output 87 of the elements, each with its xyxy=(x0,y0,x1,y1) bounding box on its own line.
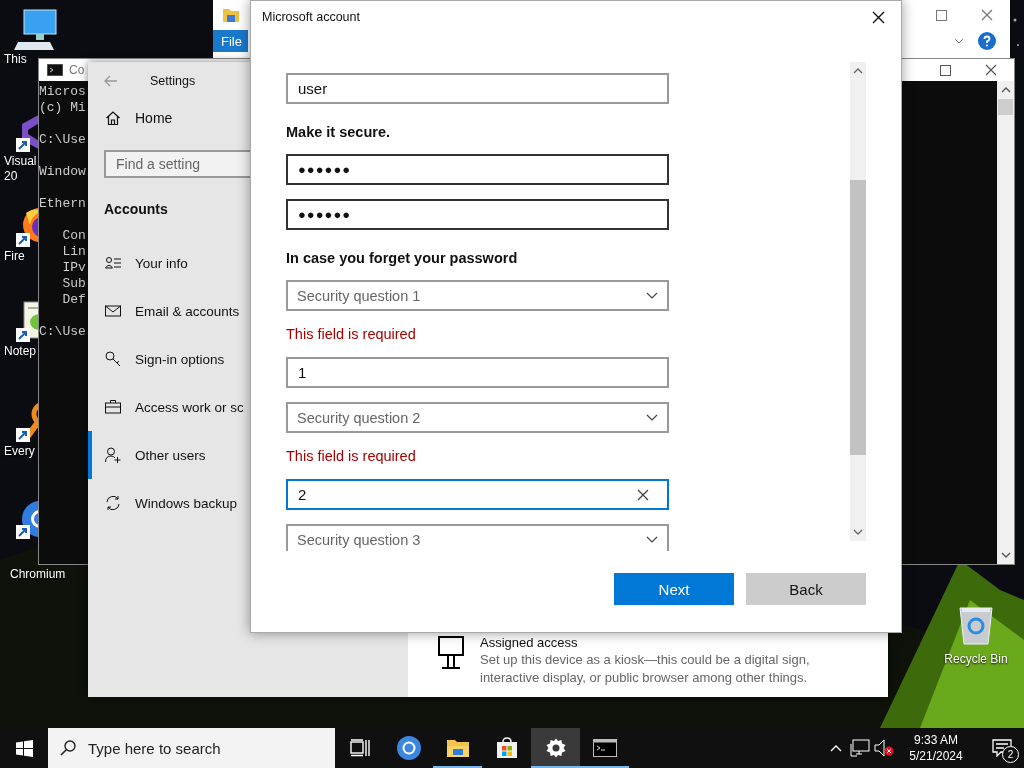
maximize-icon xyxy=(939,64,951,76)
icon-label: Fire xyxy=(4,249,25,264)
close-icon xyxy=(985,64,997,76)
scroll-up-icon[interactable] xyxy=(1000,87,1011,93)
section-heading: In case you forget your password xyxy=(286,249,518,267)
terminal-icon xyxy=(47,64,63,76)
speech-bubble-icon xyxy=(992,739,1012,757)
muted-speaker-icon[interactable] xyxy=(874,739,894,757)
security-question-dropdown[interactable]: Security question 2 xyxy=(286,402,669,433)
text-field[interactable]: 1 xyxy=(286,357,669,388)
console-line: Sub xyxy=(61,276,86,292)
notification-count: 2 xyxy=(1002,746,1019,763)
folder-icon xyxy=(445,738,470,758)
text-field[interactable]: user xyxy=(286,73,669,104)
password-field[interactable]: ●●●●●● xyxy=(286,199,669,230)
scrollbar[interactable] xyxy=(850,62,866,541)
dialog-title: Microsoft account xyxy=(262,10,360,24)
scrollbar-thumb[interactable] xyxy=(850,180,866,455)
chevron-down-icon xyxy=(646,536,658,543)
password-field[interactable]: ●●●●●● xyxy=(286,154,669,185)
windows-logo-icon xyxy=(15,739,33,757)
scroll-down-icon[interactable] xyxy=(853,529,863,535)
close-icon xyxy=(871,10,885,24)
icon-label: Notep xyxy=(4,344,37,359)
next-button[interactable]: Next xyxy=(614,573,734,605)
maximize-icon xyxy=(935,9,947,21)
icon-label: Recycle Bin xyxy=(944,652,1008,666)
folder-icon xyxy=(222,7,240,23)
gear-icon xyxy=(545,738,566,758)
envelope-icon xyxy=(105,303,121,319)
console-line: IPv xyxy=(61,260,86,276)
task-view-icon xyxy=(349,739,370,757)
console-line: C:\Use xyxy=(39,324,86,340)
home-icon xyxy=(105,110,121,126)
console-line: Def xyxy=(61,292,86,308)
setting-description: Set up this device as a kiosk—this could be a digital sign, interactive display, or public browser among other things. xyxy=(480,651,811,687)
chevron-down-icon xyxy=(646,414,658,421)
search-icon xyxy=(60,740,76,756)
security-question-dropdown[interactable]: Security question 1 xyxy=(286,280,669,311)
console-line: Micros xyxy=(39,84,86,100)
kiosk-icon xyxy=(438,636,464,670)
shopping-bag-icon xyxy=(495,737,518,759)
console-line: Con xyxy=(61,228,86,244)
notifications-button[interactable]: 2 xyxy=(980,728,1024,768)
scroll-up-icon[interactable] xyxy=(853,68,863,74)
close-icon xyxy=(981,9,993,21)
person-list-icon xyxy=(105,255,121,271)
monitor-icon[interactable] xyxy=(14,8,58,52)
scrollbar-thumb[interactable] xyxy=(998,99,1013,115)
chevron-up-icon xyxy=(830,744,842,752)
icon-label: Visual xyxy=(4,154,37,169)
window-title: Settings xyxy=(150,74,196,88)
console-line: Window xyxy=(39,164,86,180)
briefcase-icon xyxy=(105,399,121,415)
clock[interactable]: 9:33 AM 5/21/2024 xyxy=(896,728,976,768)
section-heading: Make it secure. xyxy=(286,123,390,141)
ring-icon xyxy=(395,735,422,761)
icon-label: Chromium xyxy=(10,567,66,582)
chevron-icon[interactable] xyxy=(954,38,964,44)
search-field[interactable]: Type here to search xyxy=(48,728,335,768)
chevron-down-icon xyxy=(646,292,658,299)
security-question-dropdown[interactable]: Security question 3 xyxy=(286,524,669,551)
icon-label: Every xyxy=(4,444,35,459)
back-arrow-icon xyxy=(104,75,118,87)
setting-title[interactable]: Assigned access xyxy=(480,634,870,651)
network-icon[interactable] xyxy=(850,739,870,757)
add-person-icon xyxy=(105,447,121,463)
scroll-down-icon[interactable] xyxy=(1000,552,1011,558)
console-line: Lin xyxy=(61,244,86,260)
icon-label: This xyxy=(4,52,27,67)
section-heading: Accounts xyxy=(104,201,168,217)
console-line: (c) Mi xyxy=(39,100,86,116)
scrollbar[interactable] xyxy=(997,81,1014,564)
clear-icon[interactable] xyxy=(637,489,649,501)
back-button[interactable]: Back xyxy=(746,573,866,605)
settings-taskbar-button[interactable] xyxy=(531,728,580,768)
error-message: This field is required xyxy=(286,325,416,343)
console-line: Ethern xyxy=(39,196,86,212)
text-field[interactable]: 2 xyxy=(286,479,669,510)
key-icon xyxy=(105,351,121,367)
terminal-icon xyxy=(592,739,617,757)
icon-label: 20 xyxy=(4,169,18,184)
sync-icon xyxy=(105,495,121,511)
file-tab[interactable]: File xyxy=(213,30,248,52)
help-icon[interactable] xyxy=(978,32,996,50)
window-title: Co xyxy=(69,63,85,77)
console-line: C:\Use xyxy=(39,132,86,148)
